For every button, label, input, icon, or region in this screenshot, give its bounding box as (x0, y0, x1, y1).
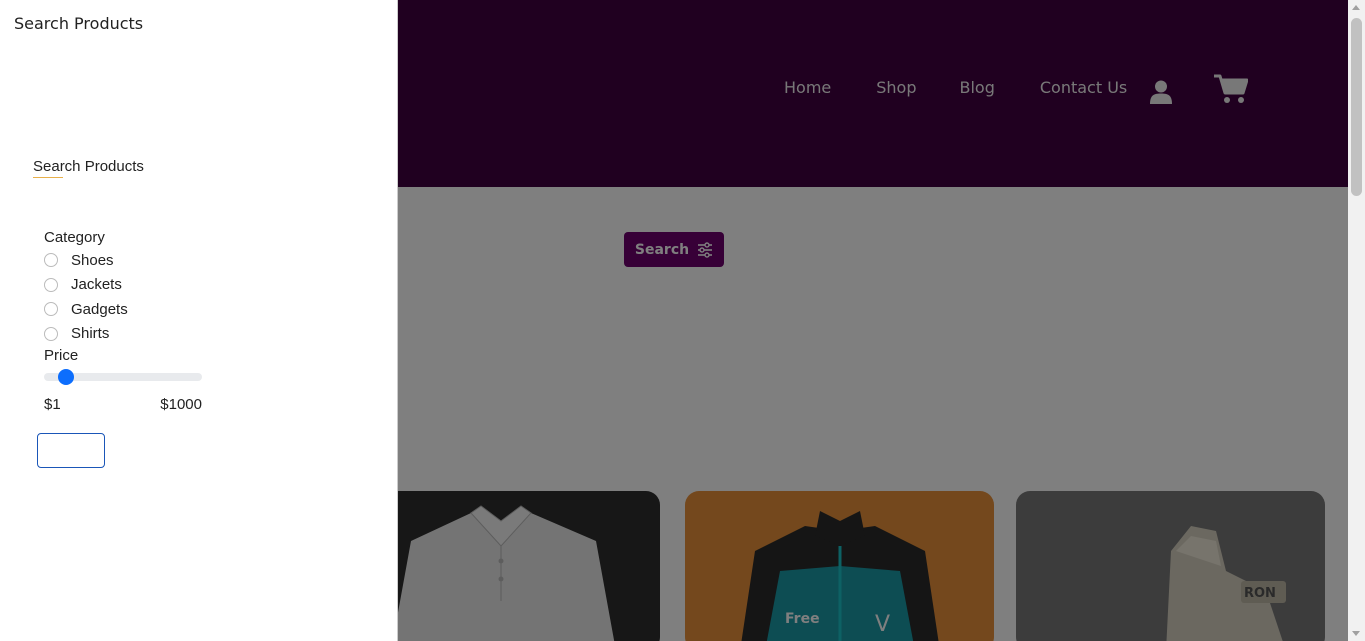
scroll-thumb[interactable] (1351, 18, 1362, 196)
panel-title: Search Products (14, 14, 144, 33)
price-slider[interactable] (44, 367, 202, 387)
radio-shoes[interactable] (44, 253, 58, 268)
filter-form: Category Shoes Jackets Gadgets Shirts Pr… (44, 228, 204, 413)
category-option-shirts[interactable]: Shirts (44, 322, 204, 347)
option-label: Shirts (71, 325, 110, 343)
scroll-down-icon[interactable] (1352, 631, 1360, 636)
scroll-up-icon[interactable] (1352, 5, 1360, 10)
radio-gadgets[interactable] (44, 302, 58, 317)
price-input-field[interactable] (37, 433, 105, 468)
price-max: $1000 (160, 396, 202, 413)
category-label: Category (44, 229, 105, 246)
option-label: Gadgets (71, 300, 128, 318)
vertical-scrollbar[interactable] (1348, 0, 1365, 641)
category-option-jackets[interactable]: Jackets (44, 273, 204, 298)
option-label: Shoes (71, 251, 114, 269)
search-products-heading: Search Products (33, 158, 144, 175)
search-offcanvas-panel: Search Products Search Products Category… (0, 0, 398, 641)
price-slider-thumb[interactable] (58, 369, 74, 385)
price-min: $1 (44, 396, 61, 413)
heading-underline (33, 177, 63, 178)
price-label: Price (44, 347, 79, 364)
category-option-shoes[interactable]: Shoes (44, 248, 204, 273)
radio-shirts[interactable] (44, 326, 58, 341)
category-option-gadgets[interactable]: Gadgets (44, 297, 204, 322)
price-range-labels: $1 $1000 (44, 396, 202, 413)
radio-jackets[interactable] (44, 277, 58, 292)
option-label: Jackets (71, 276, 122, 294)
